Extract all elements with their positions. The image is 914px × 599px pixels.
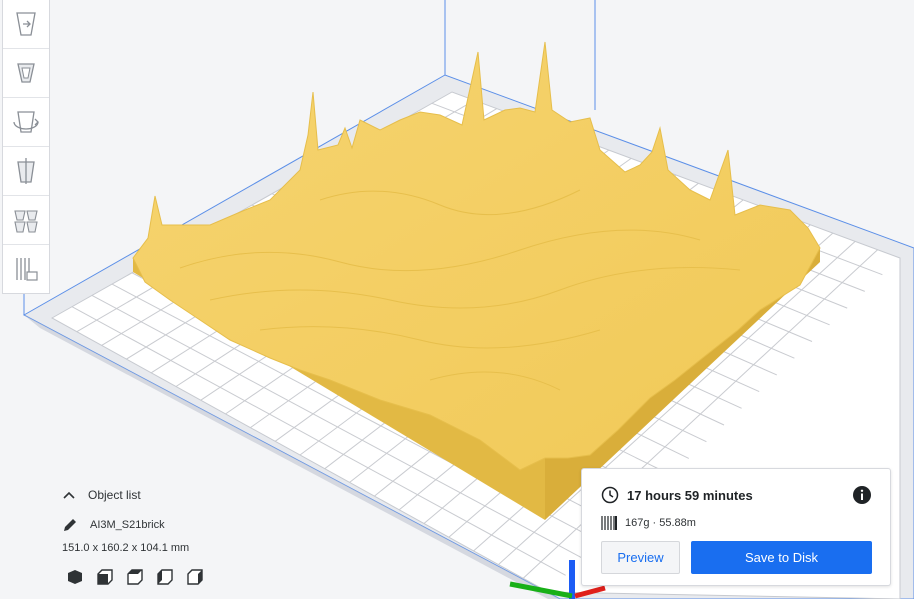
rotate-icon xyxy=(13,111,39,133)
move-icon xyxy=(16,12,36,36)
3d-view-icon[interactable] xyxy=(66,568,84,586)
material-usage: 167g · 55.88m xyxy=(625,517,696,529)
left-view-icon[interactable] xyxy=(156,568,174,586)
right-view-icon[interactable] xyxy=(186,568,204,586)
mirror-icon xyxy=(17,158,35,184)
info-icon[interactable] xyxy=(852,485,872,505)
rotate-tool-button[interactable] xyxy=(3,98,49,147)
filament-spool-icon xyxy=(601,516,617,530)
object-name: AI3M_S21brick xyxy=(90,519,165,531)
front-view-icon[interactable] xyxy=(96,568,114,586)
top-view-icon[interactable] xyxy=(126,568,144,586)
object-list-toggle[interactable]: Object list xyxy=(62,486,302,504)
move-tool-button[interactable] xyxy=(3,0,49,49)
mirror-tool-button[interactable] xyxy=(3,147,49,196)
pencil-icon xyxy=(64,519,76,531)
object-list-panel: Object list AI3M_S21brick 151.0 x 160.2 … xyxy=(62,486,302,586)
object-list-label: Object list xyxy=(88,488,141,502)
per-model-settings-icon xyxy=(14,210,38,233)
view-buttons xyxy=(66,568,302,586)
chevron-up-icon xyxy=(63,491,75,499)
object-name-row[interactable]: AI3M_S21brick xyxy=(62,517,302,533)
support-blocker-icon xyxy=(16,258,38,281)
tool-sidebar xyxy=(2,0,50,294)
preview-button[interactable]: Preview xyxy=(601,541,680,574)
print-time: 17 hours 59 minutes xyxy=(627,487,753,503)
print-summary-panel: 17 hours 59 minutes 167g · 55.88m Previe… xyxy=(581,468,891,586)
scale-icon xyxy=(17,63,35,83)
save-to-disk-button[interactable]: Save to Disk xyxy=(691,541,872,574)
clock-icon xyxy=(601,486,619,504)
per-model-settings-tool-button[interactable] xyxy=(3,196,49,245)
print-time-row: 17 hours 59 minutes xyxy=(601,486,753,504)
object-dimensions: 151.0 x 160.2 x 104.1 mm xyxy=(62,542,190,554)
support-blocker-tool-button[interactable] xyxy=(3,245,49,293)
material-usage-row: 167g · 55.88m xyxy=(601,514,696,532)
scale-tool-button[interactable] xyxy=(3,49,49,98)
